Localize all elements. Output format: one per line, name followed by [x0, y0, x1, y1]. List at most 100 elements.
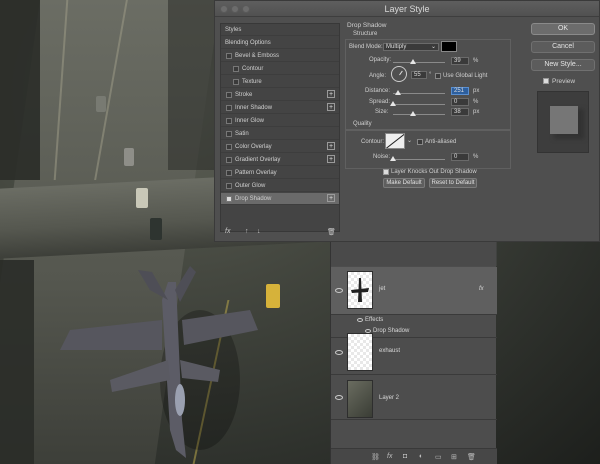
style-item-stroke[interactable]: Stroke +	[221, 89, 339, 101]
style-item-satin[interactable]: Satin	[221, 128, 339, 140]
styles-toolbar: fx ↑ ↓ 🗑	[223, 228, 343, 238]
add-effect-plus-icon[interactable]: +	[327, 155, 335, 163]
trash-icon[interactable]: 🗑	[467, 453, 476, 461]
link-icon[interactable]: ⛓	[371, 453, 380, 461]
style-item-inner-glow[interactable]: Inner Glow	[221, 115, 339, 127]
structure-heading: Structure	[353, 31, 378, 37]
noise-slider[interactable]	[393, 159, 445, 160]
chevron-down-icon: ⌄	[430, 44, 436, 50]
style-item-label: Satin	[235, 131, 249, 137]
mask-icon[interactable]: ◘	[403, 453, 407, 460]
style-checkbox[interactable]	[233, 79, 239, 85]
style-checkbox[interactable]	[226, 144, 232, 150]
layer-row-layer-2[interactable]: Layer 2	[331, 376, 497, 420]
add-effect-plus-icon[interactable]: +	[327, 142, 335, 150]
knockout-checkbox[interactable]	[383, 169, 389, 175]
contour-picker[interactable]	[385, 133, 405, 149]
reset-to-default-button[interactable]: Reset to Default	[429, 178, 477, 188]
use-global-light-checkbox[interactable]	[435, 73, 441, 79]
spread-slider-handle[interactable]	[390, 101, 396, 106]
drop-shadow-settings: Drop Shadow Structure Blend Mode: Multip…	[343, 17, 515, 243]
trash-icon[interactable]: 🗑	[327, 228, 336, 236]
size-slider[interactable]	[393, 114, 445, 115]
style-checkbox[interactable]	[226, 157, 232, 163]
visibility-eye-icon[interactable]	[335, 395, 343, 400]
spread-slider[interactable]	[393, 104, 445, 105]
shadow-color-swatch[interactable]	[441, 41, 457, 52]
style-item-inner-shadow[interactable]: Inner Shadow +	[221, 102, 339, 114]
layer-fx-icon[interactable]: fx	[479, 286, 484, 292]
fx-menu-icon[interactable]: fx	[225, 228, 230, 235]
style-item-contour[interactable]: Contour	[221, 63, 339, 75]
style-item-bevel-emboss[interactable]: Bevel & Emboss	[221, 50, 339, 62]
add-effect-plus-icon[interactable]: +	[327, 90, 335, 98]
new-style-button[interactable]: New Style...	[531, 59, 595, 71]
visibility-eye-icon[interactable]	[335, 350, 343, 355]
angle-label: Angle:	[369, 73, 387, 79]
anti-aliased-checkbox[interactable]	[417, 139, 423, 145]
angle-input[interactable]: 55	[411, 71, 427, 79]
style-checkbox[interactable]	[226, 105, 232, 111]
layer-name: exhaust	[379, 348, 401, 354]
layer-style-dialog: Layer Style Styles Blending Options Bevel …	[214, 0, 600, 242]
style-item-blending-options[interactable]: Blending Options	[221, 37, 339, 49]
angle-dial[interactable]	[391, 66, 407, 82]
size-input[interactable]: 38	[451, 108, 469, 116]
preview-checkbox[interactable]	[543, 78, 549, 84]
distance-slider-handle[interactable]	[394, 90, 401, 95]
layers-panel-footer: ⛓ fx ◘ ◐ ▭ ⊞ 🗑	[331, 448, 497, 464]
layer-row-exhaust[interactable]: exhaust	[331, 329, 497, 375]
style-checkbox[interactable]	[226, 183, 232, 189]
noise-slider-handle[interactable]	[390, 156, 396, 161]
size-slider-handle[interactable]	[410, 111, 417, 116]
style-item-color-overlay[interactable]: Color Overlay +	[221, 141, 339, 153]
distance-input[interactable]: 251	[451, 87, 469, 95]
ok-button[interactable]: OK	[531, 23, 595, 35]
spread-label: Spread:	[369, 99, 391, 105]
opacity-slider[interactable]	[393, 62, 445, 63]
folder-icon[interactable]: ▭	[435, 453, 442, 461]
make-default-button[interactable]: Make Default	[383, 178, 425, 188]
visibility-eye-icon[interactable]	[335, 288, 343, 293]
opacity-slider-handle[interactable]	[410, 59, 417, 64]
style-item-outer-glow[interactable]: Outer Glow	[221, 180, 339, 192]
style-checkbox[interactable]	[226, 92, 232, 98]
noise-input[interactable]: 0	[451, 153, 469, 161]
spread-input[interactable]: 0	[451, 98, 469, 106]
contour-label: Contour:	[361, 139, 385, 145]
style-checkbox[interactable]	[233, 66, 239, 72]
dialog-titlebar: Layer Style	[215, 1, 599, 17]
style-item-texture[interactable]: Texture	[221, 76, 339, 88]
opacity-input[interactable]: 39	[451, 57, 469, 65]
spread-unit: %	[473, 99, 479, 105]
style-item-pattern-overlay[interactable]: Pattern Overlay	[221, 167, 339, 179]
style-checkbox[interactable]	[226, 118, 232, 124]
style-item-label: Styles	[225, 27, 242, 33]
style-item-label: Outer Glow	[235, 183, 266, 189]
style-item-styles[interactable]: Styles	[221, 24, 339, 36]
noise-label: Noise:	[373, 154, 391, 160]
contour-dropdown-chevron-icon[interactable]: ⌄	[407, 137, 412, 144]
style-checkbox[interactable]	[226, 131, 232, 137]
move-up-icon[interactable]: ↑	[245, 228, 249, 235]
distance-slider[interactable]	[393, 93, 445, 94]
style-item-gradient-overlay[interactable]: Gradient Overlay +	[221, 154, 339, 166]
layer-row-jet[interactable]: jet fx	[331, 267, 497, 315]
add-effect-plus-icon[interactable]: +	[327, 103, 335, 111]
add-effect-plus-icon[interactable]: +	[327, 194, 335, 202]
style-item-drop-shadow[interactable]: Drop Shadow +	[221, 193, 339, 205]
layer-thumbnail	[347, 271, 373, 309]
adjustment-icon[interactable]: ◐	[419, 453, 423, 460]
new-layer-icon[interactable]: ⊞	[451, 453, 457, 461]
style-item-label: Inner Glow	[235, 118, 265, 124]
style-checkbox[interactable]	[226, 53, 232, 59]
cancel-button[interactable]: Cancel	[531, 41, 595, 53]
add-style-fx-icon[interactable]: fx	[387, 453, 392, 460]
blend-mode-select[interactable]: Multiply ⌄	[383, 43, 439, 51]
style-checkbox[interactable]	[226, 170, 232, 176]
anti-aliased-label: Anti-aliased	[425, 139, 457, 145]
move-down-icon[interactable]: ↓	[257, 228, 261, 235]
layer-effects-row[interactable]: Effects	[331, 316, 497, 326]
effects-eye-icon[interactable]	[357, 318, 363, 322]
style-checkbox[interactable]	[226, 196, 232, 202]
